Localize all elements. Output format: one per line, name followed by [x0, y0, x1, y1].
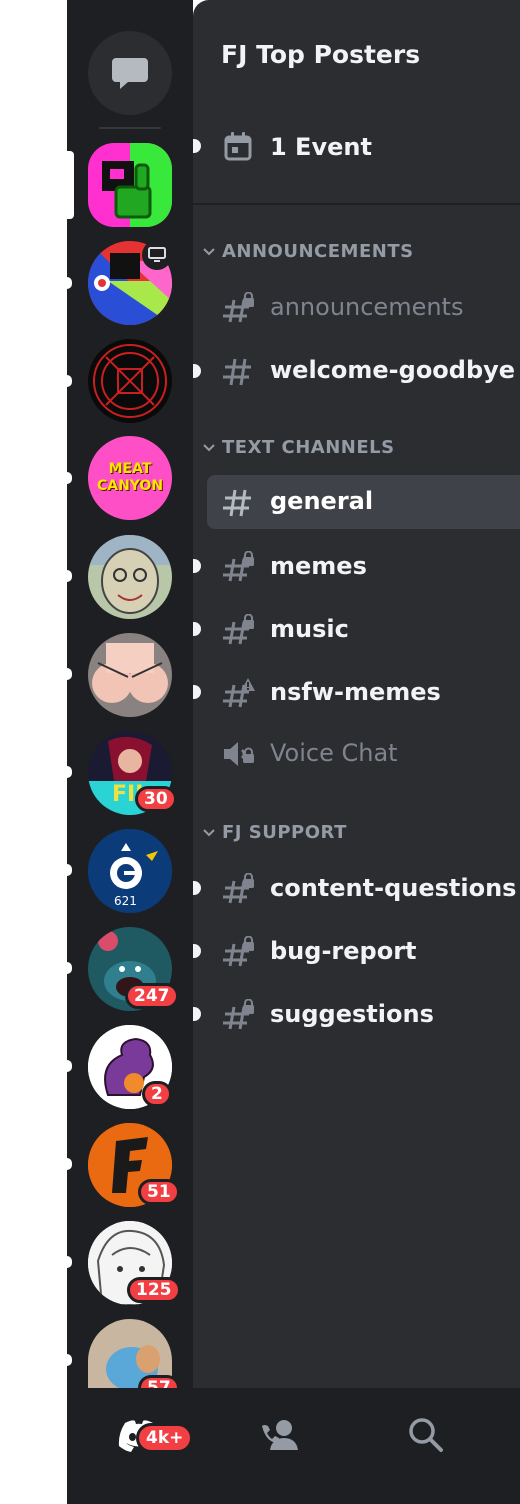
- channel-label: suggestions: [270, 1000, 434, 1028]
- channel-voice-chat[interactable]: Voice Chat: [207, 727, 520, 781]
- channel-label: content-questions: [270, 874, 517, 902]
- bottom-nav-bar: 4k+: [67, 1388, 520, 1504]
- channel-memes[interactable]: memes: [207, 540, 520, 594]
- channel-label: bug-report: [270, 937, 417, 965]
- channel-label: nsfw-memes: [270, 678, 441, 706]
- nsfw-hashtag-icon: [223, 678, 255, 708]
- channel-music[interactable]: music: [207, 603, 520, 657]
- channel-general[interactable]: general: [207, 475, 520, 529]
- rail-separator: [99, 127, 161, 129]
- locked-hashtag-icon: [223, 614, 254, 645]
- server-fj-top-posters[interactable]: [88, 143, 172, 227]
- category-label: ANNOUNCEMENTS: [222, 241, 414, 262]
- friends-tab[interactable]: [250, 1410, 310, 1460]
- search-icon: [409, 1418, 443, 1452]
- category-fj-support[interactable]: FJ SUPPORT: [193, 819, 520, 849]
- category-label: TEXT CHANNELS: [222, 437, 395, 458]
- channel-label: music: [270, 615, 349, 643]
- illustration-icon: [88, 633, 172, 717]
- locked-hashtag-icon: [223, 999, 254, 1030]
- channel-label: memes: [270, 552, 367, 580]
- channel-label: welcome-goodbye: [270, 356, 516, 384]
- mention-badge: 57: [138, 1375, 180, 1388]
- category-announcements[interactable]: ANNOUNCEMENTS: [193, 238, 520, 268]
- sketch-face-icon: [88, 535, 172, 619]
- channel-suggestions[interactable]: suggestions: [207, 988, 520, 1042]
- mention-badge: 51: [138, 1179, 180, 1205]
- server-sketch[interactable]: [88, 535, 172, 619]
- svg-text:621: 621: [114, 894, 137, 908]
- channel-announcements[interactable]: announcements: [207, 281, 520, 335]
- server-meat-canyon[interactable]: MEAT CANYON: [88, 436, 172, 520]
- locked-hashtag-icon: [223, 551, 254, 582]
- chevron-down-icon: [203, 829, 215, 837]
- channel-label: general: [270, 487, 374, 515]
- mention-badge: 30: [135, 786, 177, 812]
- channel-bug-report[interactable]: bug-report: [207, 925, 520, 979]
- fj-thumb-icon: [88, 143, 172, 227]
- chat-bubble-icon: [112, 58, 148, 89]
- channel-label: Voice Chat: [270, 739, 398, 767]
- chevron-down-icon: [203, 248, 215, 256]
- channel-content-questions[interactable]: content-questions: [207, 862, 520, 916]
- server-red-sigil[interactable]: [88, 339, 172, 423]
- locked-speaker-icon: [224, 742, 254, 766]
- locked-hashtag-icon: [223, 292, 254, 323]
- channel-label: announcements: [270, 293, 464, 321]
- locked-hashtag-icon: [223, 936, 254, 967]
- category-label: FJ SUPPORT: [222, 822, 347, 843]
- search-tab[interactable]: [396, 1410, 456, 1460]
- category-text-channels[interactable]: TEXT CHANNELS: [193, 434, 520, 464]
- events-row[interactable]: 1 Event: [193, 125, 520, 173]
- monitor-icon: [148, 247, 166, 262]
- calendar-icon: [224, 132, 252, 161]
- header-divider: [193, 203, 520, 205]
- locked-hashtag-icon: [223, 873, 254, 904]
- e621-icon: 621: [88, 829, 172, 913]
- selected-server-indicator: [67, 151, 74, 219]
- mention-badge: 125: [127, 1277, 181, 1303]
- server-e621[interactable]: 621: [88, 829, 172, 913]
- mention-badge: 2: [142, 1081, 172, 1107]
- meat-canyon-logo-text: MEAT CANYON: [96, 461, 164, 494]
- screen-share-badge: [142, 240, 172, 270]
- left-margin: [0, 0, 67, 1504]
- guild-name[interactable]: FJ Top Posters: [221, 40, 420, 69]
- hashtag-icon: [223, 358, 251, 386]
- sigil-icon: [88, 339, 172, 423]
- channel-nsfw-memes[interactable]: nsfw-memes: [207, 666, 520, 720]
- chevron-down-icon: [203, 444, 215, 452]
- direct-messages-button[interactable]: [88, 31, 172, 115]
- channel-sidebar: FJ Top Posters 1 Event ANNOUNCEMENTS ann…: [193, 0, 520, 1388]
- mention-badge: 247: [125, 983, 179, 1009]
- hashtag-icon: [223, 489, 251, 517]
- channel-welcome-goodbye[interactable]: welcome-goodbye: [207, 344, 520, 398]
- event-label: 1 Event: [270, 133, 372, 161]
- home-notification-badge: 4k+: [136, 1423, 194, 1453]
- server-illustration[interactable]: [88, 633, 172, 717]
- friends-icon: [262, 1420, 298, 1450]
